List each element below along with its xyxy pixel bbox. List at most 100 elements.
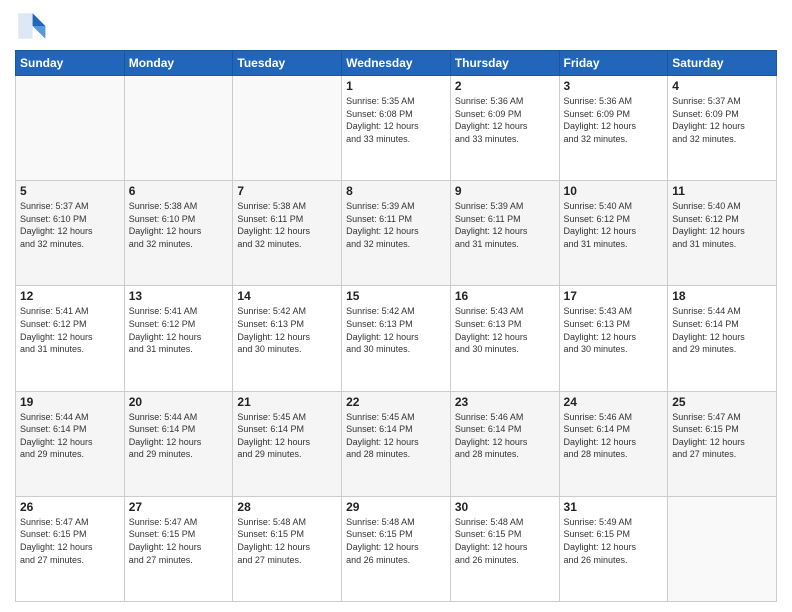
calendar-cell [668, 496, 777, 601]
day-number: 4 [672, 79, 772, 93]
day-number: 8 [346, 184, 446, 198]
calendar-cell: 6 Sunrise: 5:38 AM Sunset: 6:10 PM Daylig… [124, 181, 233, 286]
calendar-cell: 21Sunrise: 5:45 AM Sunset: 6:14 PM Dayli… [233, 391, 342, 496]
day-number: 3 [564, 79, 664, 93]
week-row-5: 26 Sunrise: 5:47 AM Sunset: 6:15 PM Dayli… [16, 496, 777, 601]
day-number: 20 [129, 395, 229, 409]
day-number: 7 [237, 184, 337, 198]
calendar-cell: 20 Sunrise: 5:44 AM Sunset: 6:14 PM Dayli… [124, 391, 233, 496]
day-info: Sunrise: 5:48 AM Sunset: 6:15 PM Dayligh… [455, 516, 555, 566]
calendar-cell: 22Sunrise: 5:45 AM Sunset: 6:14 PM Dayli… [342, 391, 451, 496]
day-info: Sunrise: 5:43 AM Sunset: 6:13 PM Dayligh… [455, 305, 555, 355]
week-row-4: 19 Sunrise: 5:44 AM Sunset: 6:14 PM Dayli… [16, 391, 777, 496]
day-info: Sunrise: 5:38 AM Sunset: 6:10 PM Dayligh… [129, 200, 229, 250]
day-info: Sunrise: 5:47 AM Sunset: 6:15 PM Dayligh… [672, 411, 772, 461]
weekday-header-row: SundayMondayTuesdayWednesdayThursdayFrid… [16, 51, 777, 76]
day-number: 2 [455, 79, 555, 93]
day-number: 23 [455, 395, 555, 409]
day-info: Sunrise: 5:42 AM Sunset: 6:13 PM Dayligh… [237, 305, 337, 355]
weekday-header-tuesday: Tuesday [233, 51, 342, 76]
day-info: Sunrise: 5:45 AM Sunset: 6:14 PM Dayligh… [346, 411, 446, 461]
calendar-cell: 24 Sunrise: 5:46 AM Sunset: 6:14 PM Dayli… [559, 391, 668, 496]
calendar-cell: 28 Sunrise: 5:48 AM Sunset: 6:15 PM Dayli… [233, 496, 342, 601]
day-number: 13 [129, 289, 229, 303]
week-row-1: 1Sunrise: 5:35 AM Sunset: 6:08 PM Daylig… [16, 76, 777, 181]
day-number: 5 [20, 184, 120, 198]
calendar-cell: 12 Sunrise: 5:41 AM Sunset: 6:12 PM Dayli… [16, 286, 125, 391]
day-info: Sunrise: 5:40 AM Sunset: 6:12 PM Dayligh… [672, 200, 772, 250]
calendar-cell: 5 Sunrise: 5:37 AM Sunset: 6:10 PM Daylig… [16, 181, 125, 286]
day-number: 18 [672, 289, 772, 303]
calendar-cell: 13 Sunrise: 5:41 AM Sunset: 6:12 PM Dayli… [124, 286, 233, 391]
logo [15, 10, 51, 42]
day-info: Sunrise: 5:37 AM Sunset: 6:09 PM Dayligh… [672, 95, 772, 145]
day-info: Sunrise: 5:37 AM Sunset: 6:10 PM Dayligh… [20, 200, 120, 250]
day-number: 19 [20, 395, 120, 409]
week-row-3: 12 Sunrise: 5:41 AM Sunset: 6:12 PM Dayli… [16, 286, 777, 391]
day-info: Sunrise: 5:36 AM Sunset: 6:09 PM Dayligh… [564, 95, 664, 145]
day-number: 25 [672, 395, 772, 409]
day-info: Sunrise: 5:43 AM Sunset: 6:13 PM Dayligh… [564, 305, 664, 355]
calendar-cell: 3 Sunrise: 5:36 AM Sunset: 6:09 PM Daylig… [559, 76, 668, 181]
day-info: Sunrise: 5:44 AM Sunset: 6:14 PM Dayligh… [129, 411, 229, 461]
day-info: Sunrise: 5:47 AM Sunset: 6:15 PM Dayligh… [129, 516, 229, 566]
day-info: Sunrise: 5:48 AM Sunset: 6:15 PM Dayligh… [346, 516, 446, 566]
day-number: 28 [237, 500, 337, 514]
day-number: 14 [237, 289, 337, 303]
calendar-cell: 14 Sunrise: 5:42 AM Sunset: 6:13 PM Dayli… [233, 286, 342, 391]
week-row-2: 5 Sunrise: 5:37 AM Sunset: 6:10 PM Daylig… [16, 181, 777, 286]
day-info: Sunrise: 5:41 AM Sunset: 6:12 PM Dayligh… [129, 305, 229, 355]
day-info: Sunrise: 5:47 AM Sunset: 6:15 PM Dayligh… [20, 516, 120, 566]
calendar-cell: 10 Sunrise: 5:40 AM Sunset: 6:12 PM Dayli… [559, 181, 668, 286]
header [15, 10, 777, 42]
day-info: Sunrise: 5:46 AM Sunset: 6:14 PM Dayligh… [455, 411, 555, 461]
day-number: 21 [237, 395, 337, 409]
day-info: Sunrise: 5:49 AM Sunset: 6:15 PM Dayligh… [564, 516, 664, 566]
day-number: 15 [346, 289, 446, 303]
calendar-cell: 26 Sunrise: 5:47 AM Sunset: 6:15 PM Dayli… [16, 496, 125, 601]
calendar-table: SundayMondayTuesdayWednesdayThursdayFrid… [15, 50, 777, 602]
day-number: 1 [346, 79, 446, 93]
calendar-cell: 16 Sunrise: 5:43 AM Sunset: 6:13 PM Dayli… [450, 286, 559, 391]
day-number: 12 [20, 289, 120, 303]
day-info: Sunrise: 5:36 AM Sunset: 6:09 PM Dayligh… [455, 95, 555, 145]
calendar-cell: 17Sunrise: 5:43 AM Sunset: 6:13 PM Dayli… [559, 286, 668, 391]
weekday-header-wednesday: Wednesday [342, 51, 451, 76]
calendar-cell: 15 Sunrise: 5:42 AM Sunset: 6:13 PM Dayli… [342, 286, 451, 391]
day-info: Sunrise: 5:48 AM Sunset: 6:15 PM Dayligh… [237, 516, 337, 566]
day-number: 11 [672, 184, 772, 198]
weekday-header-monday: Monday [124, 51, 233, 76]
calendar-cell: 9Sunrise: 5:39 AM Sunset: 6:11 PM Daylig… [450, 181, 559, 286]
day-number: 27 [129, 500, 229, 514]
day-info: Sunrise: 5:38 AM Sunset: 6:11 PM Dayligh… [237, 200, 337, 250]
day-info: Sunrise: 5:39 AM Sunset: 6:11 PM Dayligh… [346, 200, 446, 250]
calendar-cell: 25 Sunrise: 5:47 AM Sunset: 6:15 PM Dayli… [668, 391, 777, 496]
calendar-cell: 27 Sunrise: 5:47 AM Sunset: 6:15 PM Dayli… [124, 496, 233, 601]
day-number: 24 [564, 395, 664, 409]
calendar-cell: 29Sunrise: 5:48 AM Sunset: 6:15 PM Dayli… [342, 496, 451, 601]
day-number: 31 [564, 500, 664, 514]
calendar-cell: 1Sunrise: 5:35 AM Sunset: 6:08 PM Daylig… [342, 76, 451, 181]
day-number: 26 [20, 500, 120, 514]
day-info: Sunrise: 5:44 AM Sunset: 6:14 PM Dayligh… [672, 305, 772, 355]
day-number: 6 [129, 184, 229, 198]
day-number: 9 [455, 184, 555, 198]
day-info: Sunrise: 5:42 AM Sunset: 6:13 PM Dayligh… [346, 305, 446, 355]
day-info: Sunrise: 5:41 AM Sunset: 6:12 PM Dayligh… [20, 305, 120, 355]
day-number: 10 [564, 184, 664, 198]
calendar-cell: 31 Sunrise: 5:49 AM Sunset: 6:15 PM Dayli… [559, 496, 668, 601]
weekday-header-friday: Friday [559, 51, 668, 76]
calendar-cell [16, 76, 125, 181]
weekday-header-thursday: Thursday [450, 51, 559, 76]
weekday-header-sunday: Sunday [16, 51, 125, 76]
day-number: 16 [455, 289, 555, 303]
calendar-cell: 18 Sunrise: 5:44 AM Sunset: 6:14 PM Dayli… [668, 286, 777, 391]
day-info: Sunrise: 5:40 AM Sunset: 6:12 PM Dayligh… [564, 200, 664, 250]
calendar-cell: 2 Sunrise: 5:36 AM Sunset: 6:09 PM Daylig… [450, 76, 559, 181]
day-info: Sunrise: 5:46 AM Sunset: 6:14 PM Dayligh… [564, 411, 664, 461]
page: SundayMondayTuesdayWednesdayThursdayFrid… [0, 0, 792, 612]
calendar-cell: 7 Sunrise: 5:38 AM Sunset: 6:11 PM Daylig… [233, 181, 342, 286]
calendar-cell: 8 Sunrise: 5:39 AM Sunset: 6:11 PM Daylig… [342, 181, 451, 286]
calendar-cell: 23 Sunrise: 5:46 AM Sunset: 6:14 PM Dayli… [450, 391, 559, 496]
calendar-cell: 4 Sunrise: 5:37 AM Sunset: 6:09 PM Daylig… [668, 76, 777, 181]
